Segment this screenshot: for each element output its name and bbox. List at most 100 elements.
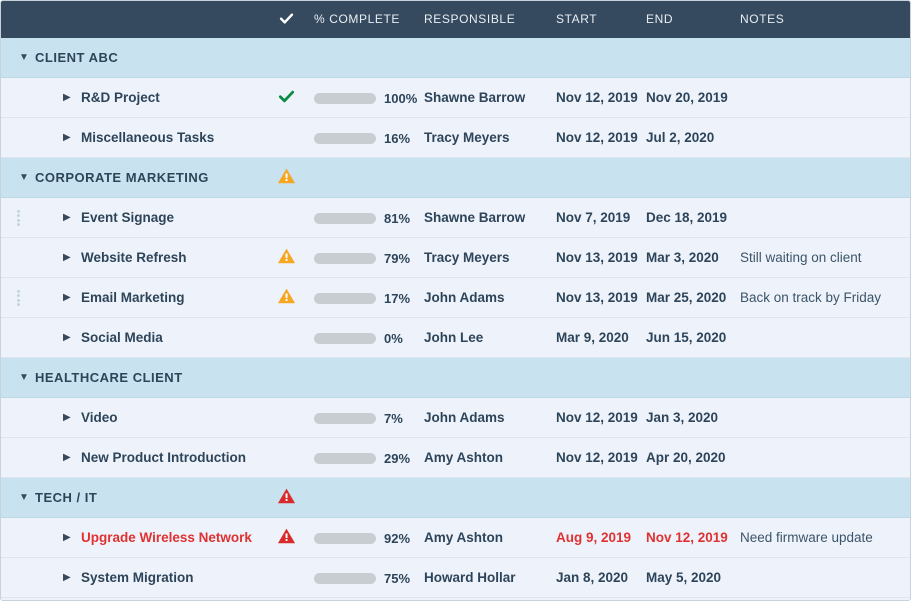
task-title[interactable]: Upgrade Wireless Network xyxy=(81,518,252,558)
group-row[interactable]: ▼ CORPORATE MARKETING xyxy=(1,158,910,198)
cell-end-date[interactable]: Nov 12, 2019 xyxy=(646,518,728,558)
cell-start-date[interactable]: Nov 13, 2019 xyxy=(556,238,638,278)
cell-notes[interactable]: Still waiting on client xyxy=(740,238,862,278)
progress-cell[interactable]: 92% xyxy=(314,518,410,558)
column-header-responsible[interactable]: RESPONSIBLE xyxy=(424,1,515,38)
progress-cell[interactable]: 79% xyxy=(314,238,410,278)
chevron-down-icon[interactable]: ▼ xyxy=(19,478,29,518)
chevron-down-icon[interactable]: ▼ xyxy=(19,358,29,398)
cell-responsible[interactable]: Shawne Barrow xyxy=(424,78,525,118)
task-row[interactable]: ▶ Video 7% John Adams Nov 12, 2019 Jan 3, 202… xyxy=(1,398,910,438)
chevron-right-icon[interactable]: ▶ xyxy=(63,278,71,318)
group-title[interactable]: CORPORATE MARKETING xyxy=(35,158,209,198)
task-title[interactable]: System Migration xyxy=(81,558,194,598)
chevron-right-icon[interactable]: ▶ xyxy=(63,398,71,438)
task-title[interactable]: Video xyxy=(81,398,118,438)
cell-start-date[interactable]: Nov 12, 2019 xyxy=(556,118,638,158)
chevron-right-icon[interactable]: ▶ xyxy=(63,518,71,558)
cell-responsible[interactable]: John Lee xyxy=(424,318,483,358)
cell-start-date[interactable]: Nov 13, 2019 xyxy=(556,278,638,318)
status-empty[interactable] xyxy=(275,558,297,598)
task-row[interactable]: ▶ New Product Introduction 29% Amy Ashton No… xyxy=(1,438,910,478)
group-title[interactable]: HEALTHCARE CLIENT xyxy=(35,358,183,398)
task-title[interactable]: Email Marketing xyxy=(81,278,185,318)
group-title[interactable]: CLIENT ABC xyxy=(35,38,118,78)
cell-start-date[interactable]: Nov 12, 2019 xyxy=(556,78,638,118)
group-row[interactable]: ▼ TECH / IT xyxy=(1,478,910,518)
group-title[interactable]: TECH / IT xyxy=(35,478,97,518)
task-row[interactable]: ▶ R&D Project 100% Shawne Barrow Nov 12, 201… xyxy=(1,78,910,118)
task-title[interactable]: Miscellaneous Tasks xyxy=(81,118,214,158)
cell-start-date[interactable]: Jan 8, 2020 xyxy=(556,558,628,598)
cell-end-date[interactable]: Jun 15, 2020 xyxy=(646,318,726,358)
chevron-down-icon[interactable]: ▼ xyxy=(19,38,29,78)
chevron-right-icon[interactable]: ▶ xyxy=(63,438,71,478)
group-row[interactable]: ▼ CLIENT ABC xyxy=(1,38,910,78)
cell-responsible[interactable]: John Adams xyxy=(424,398,505,438)
column-header-notes[interactable]: NOTES xyxy=(740,1,784,38)
task-title[interactable]: Social Media xyxy=(81,318,163,358)
task-row[interactable]: ▶ System Migration 75% Howard Hollar Jan 8, … xyxy=(1,558,910,598)
check-column-header[interactable] xyxy=(275,1,297,38)
column-header-start[interactable]: START xyxy=(556,1,597,38)
cell-end-date[interactable]: Nov 20, 2019 xyxy=(646,78,728,118)
group-row[interactable]: ▼ HEALTHCARE CLIENT xyxy=(1,358,910,398)
progress-cell[interactable]: 75% xyxy=(314,558,410,598)
chevron-right-icon[interactable]: ▶ xyxy=(63,558,71,598)
status-empty[interactable] xyxy=(275,38,297,78)
cell-responsible[interactable]: Shawne Barrow xyxy=(424,198,525,238)
task-title[interactable]: Event Signage xyxy=(81,198,174,238)
task-title[interactable]: New Product Introduction xyxy=(81,438,246,478)
status-empty[interactable] xyxy=(275,198,297,238)
task-row[interactable]: ▶ Social Media 0% John Lee Mar 9, 2020 Jun 15… xyxy=(1,318,910,358)
task-row[interactable]: ▶ Email Marketing 17% John Adams Nov 13, 201… xyxy=(1,278,910,318)
task-title[interactable]: Website Refresh xyxy=(81,238,187,278)
task-row[interactable]: ▶ Event Signage 81% Shawne Barrow Nov 7, 201… xyxy=(1,198,910,238)
progress-cell[interactable]: 100% xyxy=(314,78,417,118)
cell-responsible[interactable]: Howard Hollar xyxy=(424,558,516,598)
cell-end-date[interactable]: Dec 18, 2019 xyxy=(646,198,727,238)
cell-end-date[interactable]: Apr 20, 2020 xyxy=(646,438,726,478)
cell-start-date[interactable]: Mar 9, 2020 xyxy=(556,318,629,358)
cell-end-date[interactable]: Mar 25, 2020 xyxy=(646,278,726,318)
progress-cell[interactable]: 7% xyxy=(314,398,403,438)
cell-start-date[interactable]: Nov 12, 2019 xyxy=(556,438,638,478)
column-header-percent-complete[interactable]: % COMPLETE xyxy=(314,1,400,38)
chevron-right-icon[interactable]: ▶ xyxy=(63,118,71,158)
chevron-right-icon[interactable]: ▶ xyxy=(63,238,71,278)
cell-notes[interactable]: Back on track by Friday xyxy=(740,278,881,318)
progress-cell[interactable]: 81% xyxy=(314,198,410,238)
column-header-end[interactable]: END xyxy=(646,1,673,38)
cell-end-date[interactable]: Mar 3, 2020 xyxy=(646,238,719,278)
cell-responsible[interactable]: Tracy Meyers xyxy=(424,238,510,278)
task-title[interactable]: R&D Project xyxy=(81,78,160,118)
task-row[interactable]: ▶ Miscellaneous Tasks 16% Tracy Meyers Nov 1… xyxy=(1,118,910,158)
status-empty[interactable] xyxy=(275,118,297,158)
progress-cell[interactable]: 29% xyxy=(314,438,410,478)
cell-start-date[interactable]: Aug 9, 2019 xyxy=(556,518,631,558)
progress-cell[interactable]: 16% xyxy=(314,118,410,158)
chevron-down-icon[interactable]: ▼ xyxy=(19,158,29,198)
cell-responsible[interactable]: John Adams xyxy=(424,278,505,318)
cell-responsible[interactable]: Tracy Meyers xyxy=(424,118,510,158)
cell-end-date[interactable]: May 5, 2020 xyxy=(646,558,721,598)
chevron-right-icon[interactable]: ▶ xyxy=(63,78,71,118)
status-empty[interactable] xyxy=(275,358,297,398)
drag-handle[interactable] xyxy=(17,210,20,226)
status-empty[interactable] xyxy=(275,318,297,358)
status-empty[interactable] xyxy=(275,398,297,438)
cell-start-date[interactable]: Nov 12, 2019 xyxy=(556,398,638,438)
cell-notes[interactable]: Need firmware update xyxy=(740,518,873,558)
progress-cell[interactable]: 0% xyxy=(314,318,403,358)
status-empty[interactable] xyxy=(275,438,297,478)
cell-responsible[interactable]: Amy Ashton xyxy=(424,518,503,558)
chevron-right-icon[interactable]: ▶ xyxy=(63,198,71,238)
cell-end-date[interactable]: Jan 3, 2020 xyxy=(646,398,718,438)
chevron-right-icon[interactable]: ▶ xyxy=(63,318,71,358)
task-row[interactable]: ▶ Website Refresh 79% Tracy Meyers Nov 13, 2… xyxy=(1,238,910,278)
task-row[interactable]: ▶ Upgrade Wireless Network 92% Amy Ashton Au… xyxy=(1,518,910,558)
cell-responsible[interactable]: Amy Ashton xyxy=(424,438,503,478)
cell-end-date[interactable]: Jul 2, 2020 xyxy=(646,118,714,158)
cell-start-date[interactable]: Nov 7, 2019 xyxy=(556,198,630,238)
drag-handle[interactable] xyxy=(17,290,20,306)
